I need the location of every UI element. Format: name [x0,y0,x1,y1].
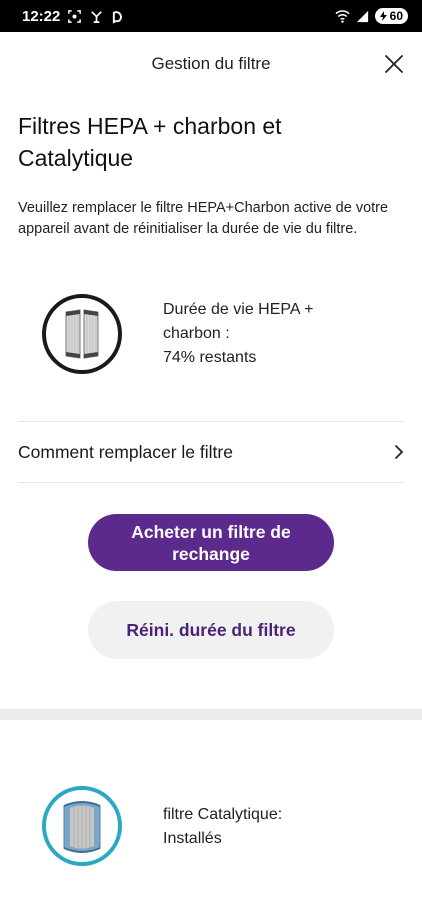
wifi-icon [335,9,350,23]
section-separator [0,709,422,720]
close-icon [385,55,403,73]
catalytic-filter-image [42,786,122,866]
hepa-life-label-line2: charbon : [163,325,230,342]
signal-icon [356,10,368,22]
catalytic-filter-status: filtre Catalytique: Installés [163,803,383,851]
reset-filter-life-button[interactable]: Réini. durée du filtre [88,601,334,659]
battery-level: 60 [389,9,403,23]
buy-filter-button[interactable]: Acheter un filtre de rechange [88,514,334,571]
app-notification-icon [113,10,123,24]
chevron-right-icon [395,445,404,459]
close-button[interactable] [380,50,408,78]
catalytic-filter-installed: Installés [163,830,222,847]
hepa-life-status: Durée de vie HEPA + charbon : 74% restan… [163,298,363,370]
status-bar-right: 60 [335,8,408,24]
page-title: Gestion du filtre [151,54,271,73]
status-bar-left: 12:22 [22,8,126,25]
divider [18,482,404,483]
how-to-replace-label: Comment remplacer le filtre [18,441,233,462]
screenshot-icon [68,9,82,23]
charging-icon [379,11,387,21]
hepa-life-label-line1: Durée de vie HEPA + [163,301,314,318]
app-bar: Gestion du filtre [0,32,422,96]
how-to-replace-link[interactable]: Comment remplacer le filtre [18,422,404,482]
fan-icon [91,10,103,23]
status-bar: 12:22 60 [0,0,422,32]
section-title: Filtres HEPA + charbon et Catalytique [18,113,282,171]
replace-instructions: Veuillez remplacer le filtre HEPA+Charbo… [18,200,389,237]
hepa-life-remaining: 74% restants [163,349,257,366]
hepa-filter-image [42,294,122,374]
status-time: 12:22 [22,7,61,25]
battery-indicator: 60 [374,8,408,24]
catalytic-filter-label: filtre Catalytique: [163,806,283,823]
